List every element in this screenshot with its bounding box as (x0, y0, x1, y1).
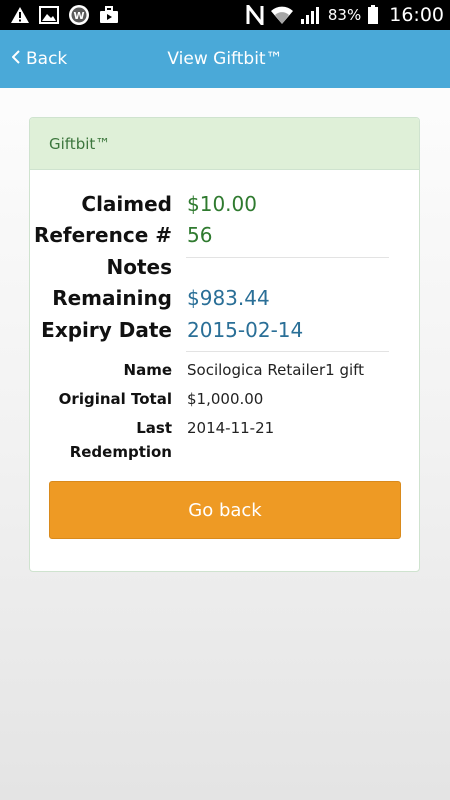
wordpress-icon: W (68, 4, 90, 26)
nfc-icon (246, 5, 264, 25)
remaining-label: Remaining (52, 286, 172, 311)
go-back-button[interactable]: Go back (49, 481, 401, 539)
expiry-row: Expiry Date 2015-02-14 (30, 314, 419, 346)
chevron-left-icon (11, 49, 20, 69)
summary-fields: Claimed $10.00 Reference # 56 Notes Rema… (30, 188, 419, 346)
wifi-icon (270, 5, 294, 25)
page-title: View Giftbit™ (167, 49, 283, 69)
reference-row: Reference # 56 (30, 220, 419, 252)
briefcase-icon (99, 6, 119, 24)
battery-percent: 83% (327, 6, 362, 24)
expiry-label: Expiry Date (41, 317, 172, 342)
reference-value: 56 (187, 223, 213, 248)
last-redemption-label-line1: Last (136, 419, 172, 437)
svg-text:W: W (73, 11, 84, 22)
card-header: Giftbit™ (30, 118, 419, 170)
last-redemption-row: Last Redemption 2014-11-21 (30, 416, 419, 464)
app-header: Back View Giftbit™ (0, 30, 450, 88)
name-row: Name Socilogica Retailer1 gift (30, 358, 419, 382)
expiry-value: 2015-02-14 (187, 317, 304, 342)
last-redemption-label-line2: Redemption (69, 443, 172, 461)
original-total-value: $1,000.00 (187, 390, 264, 408)
claimed-row: Claimed $10.00 (30, 188, 419, 220)
name-label: Name (123, 361, 172, 379)
claimed-label: Claimed (81, 191, 172, 216)
remaining-value: $983.44 (187, 286, 270, 311)
original-total-label: Original Total (58, 390, 172, 408)
go-back-label: Go back (188, 499, 262, 521)
last-redemption-label: Last Redemption (30, 416, 172, 464)
back-button-label: Back (26, 49, 68, 69)
remaining-row: Remaining $983.44 (30, 283, 419, 315)
detail-fields: Name Socilogica Retailer1 gift Original … (30, 358, 419, 469)
image-icon (39, 6, 59, 24)
notification-icons: W (10, 4, 119, 26)
warning-icon (10, 6, 30, 24)
system-icons: 83% 16:00 (246, 4, 444, 26)
reference-label: Reference # (33, 223, 172, 248)
back-button[interactable]: Back (11, 30, 68, 88)
claimed-value: $10.00 (187, 191, 257, 216)
card-title: Giftbit™ (49, 134, 111, 153)
name-value: Socilogica Retailer1 gift (187, 361, 365, 379)
original-total-row: Original Total $1,000.00 (30, 387, 419, 411)
giftbit-card: Giftbit™ Claimed $10.00 Reference # 56 N… (29, 117, 420, 572)
notes-label: Notes (106, 254, 172, 279)
last-redemption-value: 2014-11-21 (187, 419, 275, 437)
notes-row: Notes (30, 251, 419, 283)
status-bar: W 83% 16:00 (0, 0, 450, 30)
battery-icon (367, 5, 379, 25)
notes-divider (186, 257, 389, 258)
clock: 16:00 (389, 4, 444, 26)
signal-icon (300, 5, 322, 25)
details-divider (186, 351, 389, 352)
